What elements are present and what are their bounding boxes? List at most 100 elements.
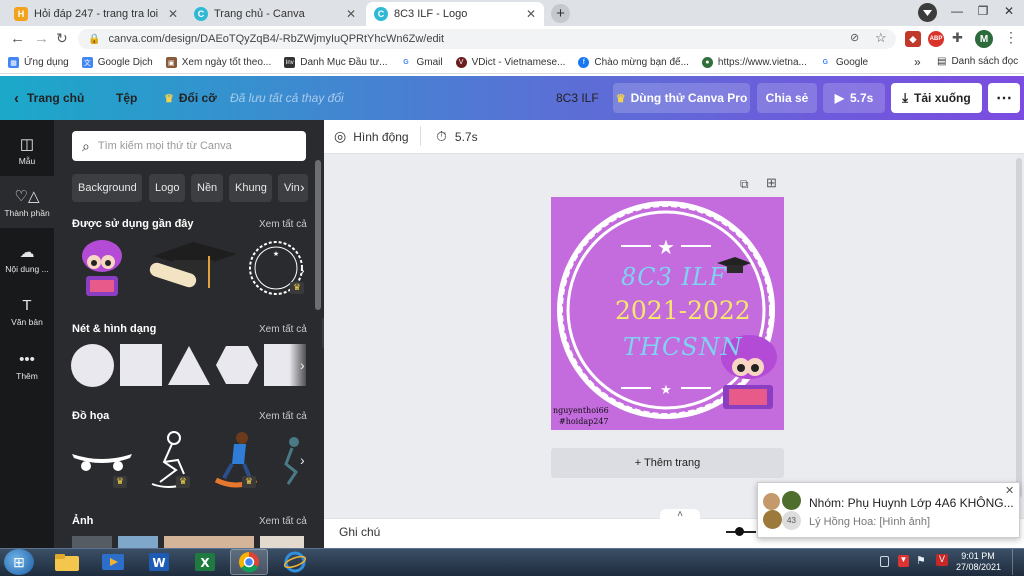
zoom-slider-handle[interactable] (735, 527, 744, 536)
bookmark-google-translate[interactable]: 文 Google Dịch (81, 57, 153, 68)
duplicate-page-icon[interactable]: ⧉ (740, 177, 749, 192)
tray-unikey-icon[interactable]: V (936, 554, 948, 566)
shapes-next-icon[interactable]: › (300, 357, 305, 373)
address-bar[interactable]: 🔒 canva.com/design/DAEoTQyZqB4/-RbZWjmyI… (78, 29, 896, 49)
back-icon[interactable]: ← (10, 30, 25, 47)
browser-menu-icon[interactable]: ⋮ (1004, 29, 1018, 46)
bookmark-vdict[interactable]: V VDict - Vietnamese... (455, 57, 565, 68)
triangle-shape[interactable] (167, 344, 211, 386)
chip-background[interactable]: Background (72, 174, 142, 202)
bookmark-star-icon[interactable]: ☆ (875, 30, 887, 46)
browser-tab-canva-home[interactable]: C Trang chủ - Canva ✕ (186, 2, 364, 26)
photo-thumbnail[interactable] (164, 536, 254, 548)
photos-see-all[interactable]: Xem tất cả (259, 516, 307, 527)
shield-extension-icon[interactable]: ◆ (905, 31, 921, 47)
tab-search-icon[interactable] (918, 3, 937, 22)
recent-next-icon[interactable]: › (300, 262, 305, 278)
download-button[interactable]: ⤓ Tải xuống (891, 83, 982, 113)
timing-button[interactable]: ⏱ 5.7s (436, 128, 478, 145)
file-menu[interactable]: Tệp (116, 76, 137, 120)
extensions-puzzle-icon[interactable]: ✚ (952, 30, 963, 46)
photo-thumbnail[interactable] (118, 536, 158, 548)
recent-girl-reading-graphic[interactable] (76, 236, 128, 300)
panel-scrollbar[interactable] (315, 160, 321, 310)
taskbar-word[interactable]: W (140, 549, 178, 575)
rail-more[interactable]: ••• Thêm (0, 340, 54, 392)
bookmark-gmail[interactable]: G Gmail (401, 57, 442, 68)
new-tab-button[interactable]: + (551, 4, 570, 23)
close-tab-icon[interactable]: ✕ (526, 7, 536, 21)
close-tab-icon[interactable]: ✕ (346, 7, 356, 21)
reading-list-button[interactable]: ▤ Danh sách đọc (937, 56, 1018, 67)
design-year-text[interactable]: 2021-2022 (615, 296, 751, 325)
tray-network-icon[interactable] (880, 556, 889, 567)
skateboard-graphic[interactable] (70, 444, 134, 474)
add-page-button[interactable]: + Thêm trang (551, 448, 784, 478)
start-button[interactable]: ⊞ (4, 549, 34, 575)
home-link[interactable]: ‹ Trang chủ (14, 76, 84, 120)
close-tab-icon[interactable]: ✕ (168, 7, 178, 21)
square-shape[interactable] (120, 344, 162, 386)
close-notification-icon[interactable]: ✕ (1005, 484, 1014, 497)
chip-logo[interactable]: Logo (149, 174, 185, 202)
bookmark-facebook[interactable]: f Chào mừng bạn đế... (578, 57, 689, 68)
clock[interactable]: 9:01 PM 27/08/2021 (956, 551, 1001, 573)
reload-icon[interactable]: ↻ (56, 30, 68, 47)
chips-next-icon[interactable]: › (300, 179, 305, 195)
rail-text[interactable]: T Văn bản (0, 286, 54, 338)
graphics-next-icon[interactable]: › (300, 452, 305, 468)
more-options-icon[interactable]: ⋯ (988, 83, 1020, 113)
recent-graduation-cap-graphic[interactable] (143, 238, 239, 298)
tray-security-icon[interactable]: ▼ (898, 555, 909, 567)
chat-notification[interactable] (757, 482, 1020, 538)
rail-uploads[interactable]: ☁ Nội dung ... (0, 232, 54, 284)
close-window-icon[interactable]: ✕ (996, 0, 1022, 22)
adblock-extension-icon[interactable]: ABP (928, 31, 944, 47)
workspace-scrollbar[interactable] (1016, 158, 1022, 498)
browser-tab-hoidap[interactable]: H Hỏi đáp 247 - trang tra loi ✕ (6, 2, 186, 26)
present-button[interactable]: ▶ 5.7s (823, 83, 885, 113)
photo-thumbnail[interactable] (260, 536, 304, 548)
try-pro-button[interactable]: ♛ Dùng thử Canva Pro (613, 83, 750, 113)
search-input[interactable]: ⌕ Tìm kiếm mọi thứ từ Canva (72, 131, 306, 161)
taskbar-chrome[interactable] (230, 549, 268, 575)
bookmark-vietnam[interactable]: ● https://www.vietna... (701, 57, 807, 68)
taskbar-internet-explorer[interactable] (276, 549, 314, 575)
chip-nen[interactable]: Nền (191, 174, 223, 202)
add-page-icon[interactable]: ⊞ (766, 175, 777, 191)
taskbar-excel[interactable]: X (186, 549, 224, 575)
circle-shape[interactable] (71, 344, 114, 387)
tray-flag-icon[interactable]: ⚑ (916, 554, 926, 567)
share-button[interactable]: Chia sẻ (757, 83, 817, 113)
eye-off-icon[interactable]: ⊘ (850, 31, 859, 44)
design-credit-author[interactable]: nguyenthoi66 (553, 406, 609, 415)
bookmark-apps[interactable]: ▦ Ứng dụng (8, 57, 69, 68)
minimize-icon[interactable]: — (944, 0, 970, 22)
design-credit-tag[interactable]: #hoidap247 (559, 417, 609, 426)
notes-button[interactable]: Ghi chú (339, 525, 380, 539)
more-bookmarks-button[interactable]: » (914, 55, 921, 69)
rail-templates[interactable]: ◫ Mẫu (0, 124, 54, 176)
recent-see-all[interactable]: Xem tất cả (259, 219, 307, 230)
bookmark-lich[interactable]: ▣ Xem ngày tốt theo... (165, 57, 271, 68)
hexagon-shape[interactable] (215, 344, 259, 386)
expand-pages-button[interactable]: ˄ (660, 509, 700, 521)
design-school-text[interactable]: THCSNN (623, 333, 743, 361)
restore-icon[interactable]: ❐ (970, 0, 996, 22)
forward-icon[interactable]: → (34, 30, 49, 47)
bookmark-google[interactable]: G Google (820, 57, 868, 68)
photo-thumbnail[interactable] (72, 536, 112, 548)
resize-button[interactable]: ♛ Đổi cỡ (164, 76, 217, 120)
taskbar-file-explorer[interactable] (48, 549, 86, 575)
design-title-text[interactable]: 8C3 ILF (621, 263, 727, 291)
graphics-see-all[interactable]: Xem tất cả (259, 411, 307, 422)
profile-avatar[interactable]: M (975, 30, 993, 48)
taskbar-media-player[interactable] (94, 549, 132, 575)
chip-khung[interactable]: Khung (229, 174, 272, 202)
browser-tab-design[interactable]: C 8C3 ILF - Logo ✕ (366, 2, 544, 26)
rail-elements[interactable]: ♡△ Thành phần (0, 176, 54, 228)
animate-button[interactable]: ◎ Hình động (334, 128, 409, 145)
design-page[interactable]: ★ ★ 8C3 ILF 2021-2022 THCSNN nguyenthoi6… (551, 197, 784, 430)
bookmark-investing[interactable]: Inv Danh Mục Đầu tư... (284, 57, 388, 68)
shapes-see-all[interactable]: Xem tất cả (259, 324, 307, 335)
